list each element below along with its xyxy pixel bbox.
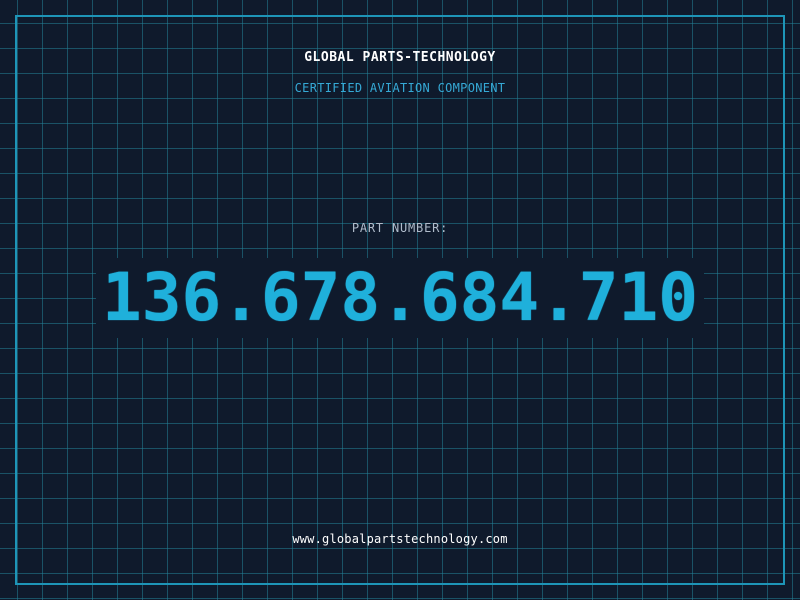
part-number-container: 136.678.684.710 (0, 258, 800, 338)
part-number-value: 136.678.684.710 (95, 258, 705, 338)
brand-title: GLOBAL PARTS-TECHNOLOGY (304, 50, 496, 65)
part-number-label: PART NUMBER: (351, 221, 449, 235)
website-url: www.globalpartstechnology.com (292, 532, 508, 546)
brand-subtitle: CERTIFIED AVIATION COMPONENT (294, 81, 506, 95)
